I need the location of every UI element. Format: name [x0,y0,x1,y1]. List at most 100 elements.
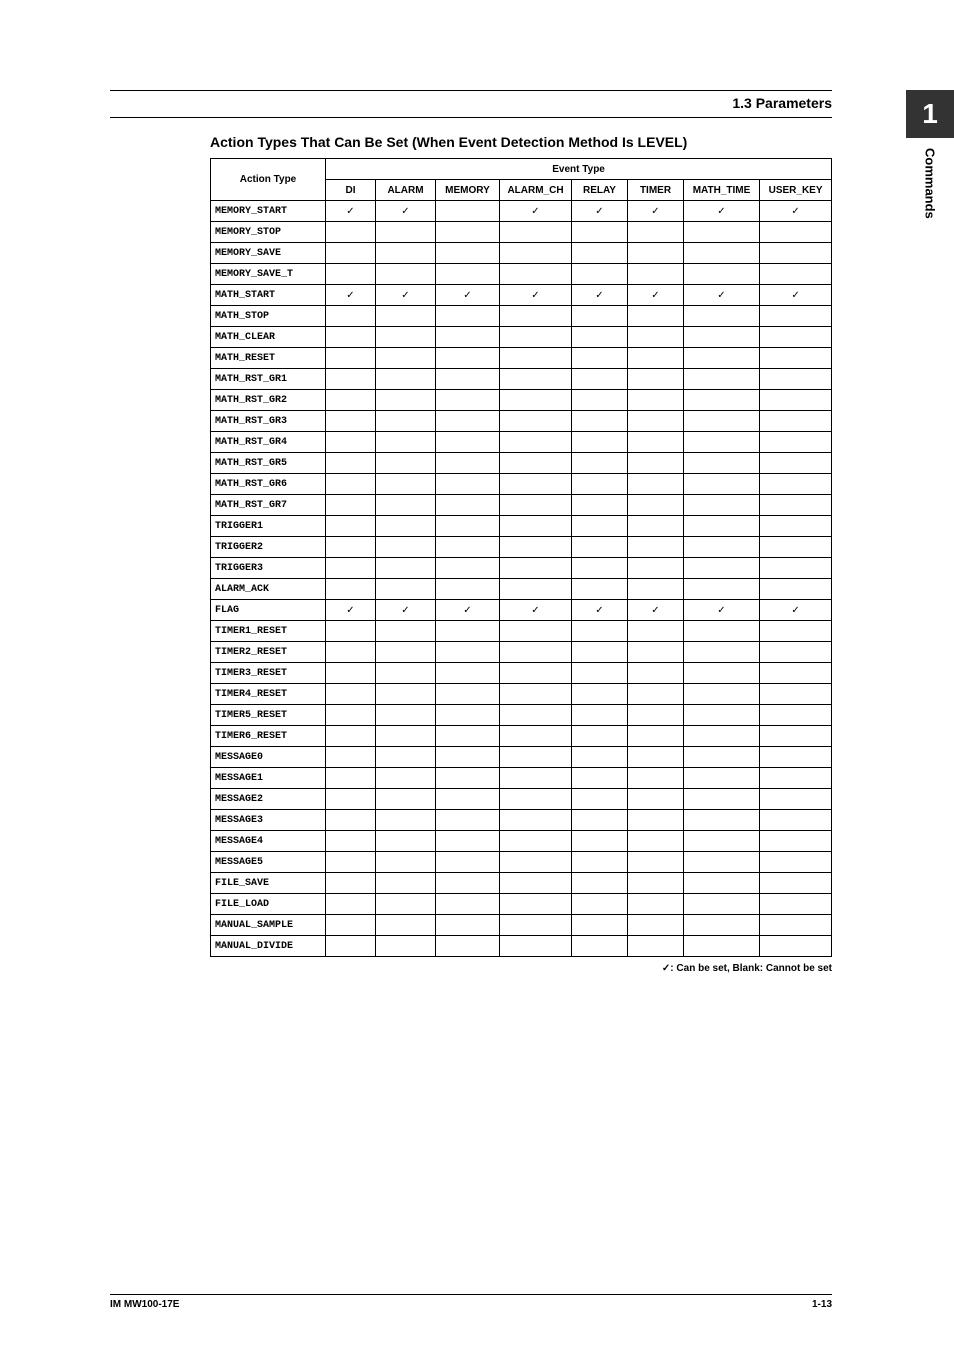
table-row: FILE_LOAD [211,894,832,915]
check-cell [326,390,376,411]
table-row: MATH_STOP [211,306,832,327]
col-alarm: ALARM [376,180,436,201]
check-cell [500,453,572,474]
check-cell [684,369,760,390]
check-cell [326,684,376,705]
check-cell [376,327,436,348]
check-cell [500,474,572,495]
check-cell [572,327,628,348]
check-cell [500,810,572,831]
check-cell [500,768,572,789]
check-cell [684,936,760,957]
action-type-cell: FLAG [211,600,326,621]
check-cell [760,768,832,789]
check-cell [684,390,760,411]
action-type-cell: TIMER4_RESET [211,684,326,705]
check-cell [376,495,436,516]
table-row: MEMORY_START✓✓✓✓✓✓✓ [211,201,832,222]
action-type-cell: MATH_RESET [211,348,326,369]
check-cell [684,222,760,243]
check-cell [436,537,500,558]
check-cell [500,789,572,810]
header-event-type: Event Type [326,159,832,180]
action-type-cell: MATH_RST_GR2 [211,390,326,411]
action-type-cell: MESSAGE1 [211,768,326,789]
check-cell [760,558,832,579]
check-cell [684,453,760,474]
check-cell [572,474,628,495]
check-cell [436,789,500,810]
check-cell [376,348,436,369]
check-cell [500,642,572,663]
check-cell [500,705,572,726]
check-cell [760,495,832,516]
check-cell [500,432,572,453]
action-type-cell: TRIGGER2 [211,537,326,558]
action-type-table: Action Type Event Type DI ALARM MEMORY A… [210,158,832,957]
table-row: FILE_SAVE [211,873,832,894]
col-relay: RELAY [572,180,628,201]
table-title: Action Types That Can Be Set (When Event… [110,134,832,150]
check-cell [684,705,760,726]
check-cell [326,222,376,243]
check-cell [326,516,376,537]
check-cell: ✓ [572,600,628,621]
check-cell [628,768,684,789]
check-cell [684,621,760,642]
action-type-cell: MESSAGE0 [211,747,326,768]
check-cell [436,495,500,516]
action-type-cell: MATH_RST_GR6 [211,474,326,495]
action-type-cell: MESSAGE4 [211,831,326,852]
check-cell [376,411,436,432]
table-row: TIMER3_RESET [211,663,832,684]
check-cell [628,873,684,894]
check-cell [628,663,684,684]
check-cell: ✓ [326,201,376,222]
table-row: MATH_RST_GR2 [211,390,832,411]
table-row: MATH_RESET [211,348,832,369]
check-cell [760,789,832,810]
section-header: 1.3 Parameters [110,91,832,117]
check-cell: ✓ [500,201,572,222]
check-cell [376,768,436,789]
check-cell [628,726,684,747]
check-cell [500,411,572,432]
check-cell [684,663,760,684]
table-row: MEMORY_STOP [211,222,832,243]
check-cell [628,390,684,411]
check-cell [500,831,572,852]
check-cell [436,936,500,957]
check-cell [760,411,832,432]
check-cell [628,852,684,873]
check-cell [326,852,376,873]
check-cell [760,726,832,747]
check-cell [572,705,628,726]
check-cell: ✓ [760,285,832,306]
check-cell [684,495,760,516]
check-cell [684,516,760,537]
check-cell [436,831,500,852]
check-cell [376,663,436,684]
check-cell [436,264,500,285]
table-row: MANUAL_DIVIDE [211,936,832,957]
check-cell [376,747,436,768]
check-cell [628,537,684,558]
table-row: MATH_RST_GR4 [211,432,832,453]
check-cell [436,684,500,705]
check-cell [684,537,760,558]
check-cell [760,348,832,369]
check-cell [572,642,628,663]
check-cell [760,810,832,831]
check-cell [500,684,572,705]
check-cell [628,474,684,495]
check-cell [500,327,572,348]
check-cell [436,894,500,915]
check-cell: ✓ [628,285,684,306]
check-cell: ✓ [436,285,500,306]
check-cell [572,810,628,831]
chapter-label: Commands [923,138,938,219]
check-cell [628,894,684,915]
check-cell [376,642,436,663]
check-cell [684,306,760,327]
check-cell [376,516,436,537]
